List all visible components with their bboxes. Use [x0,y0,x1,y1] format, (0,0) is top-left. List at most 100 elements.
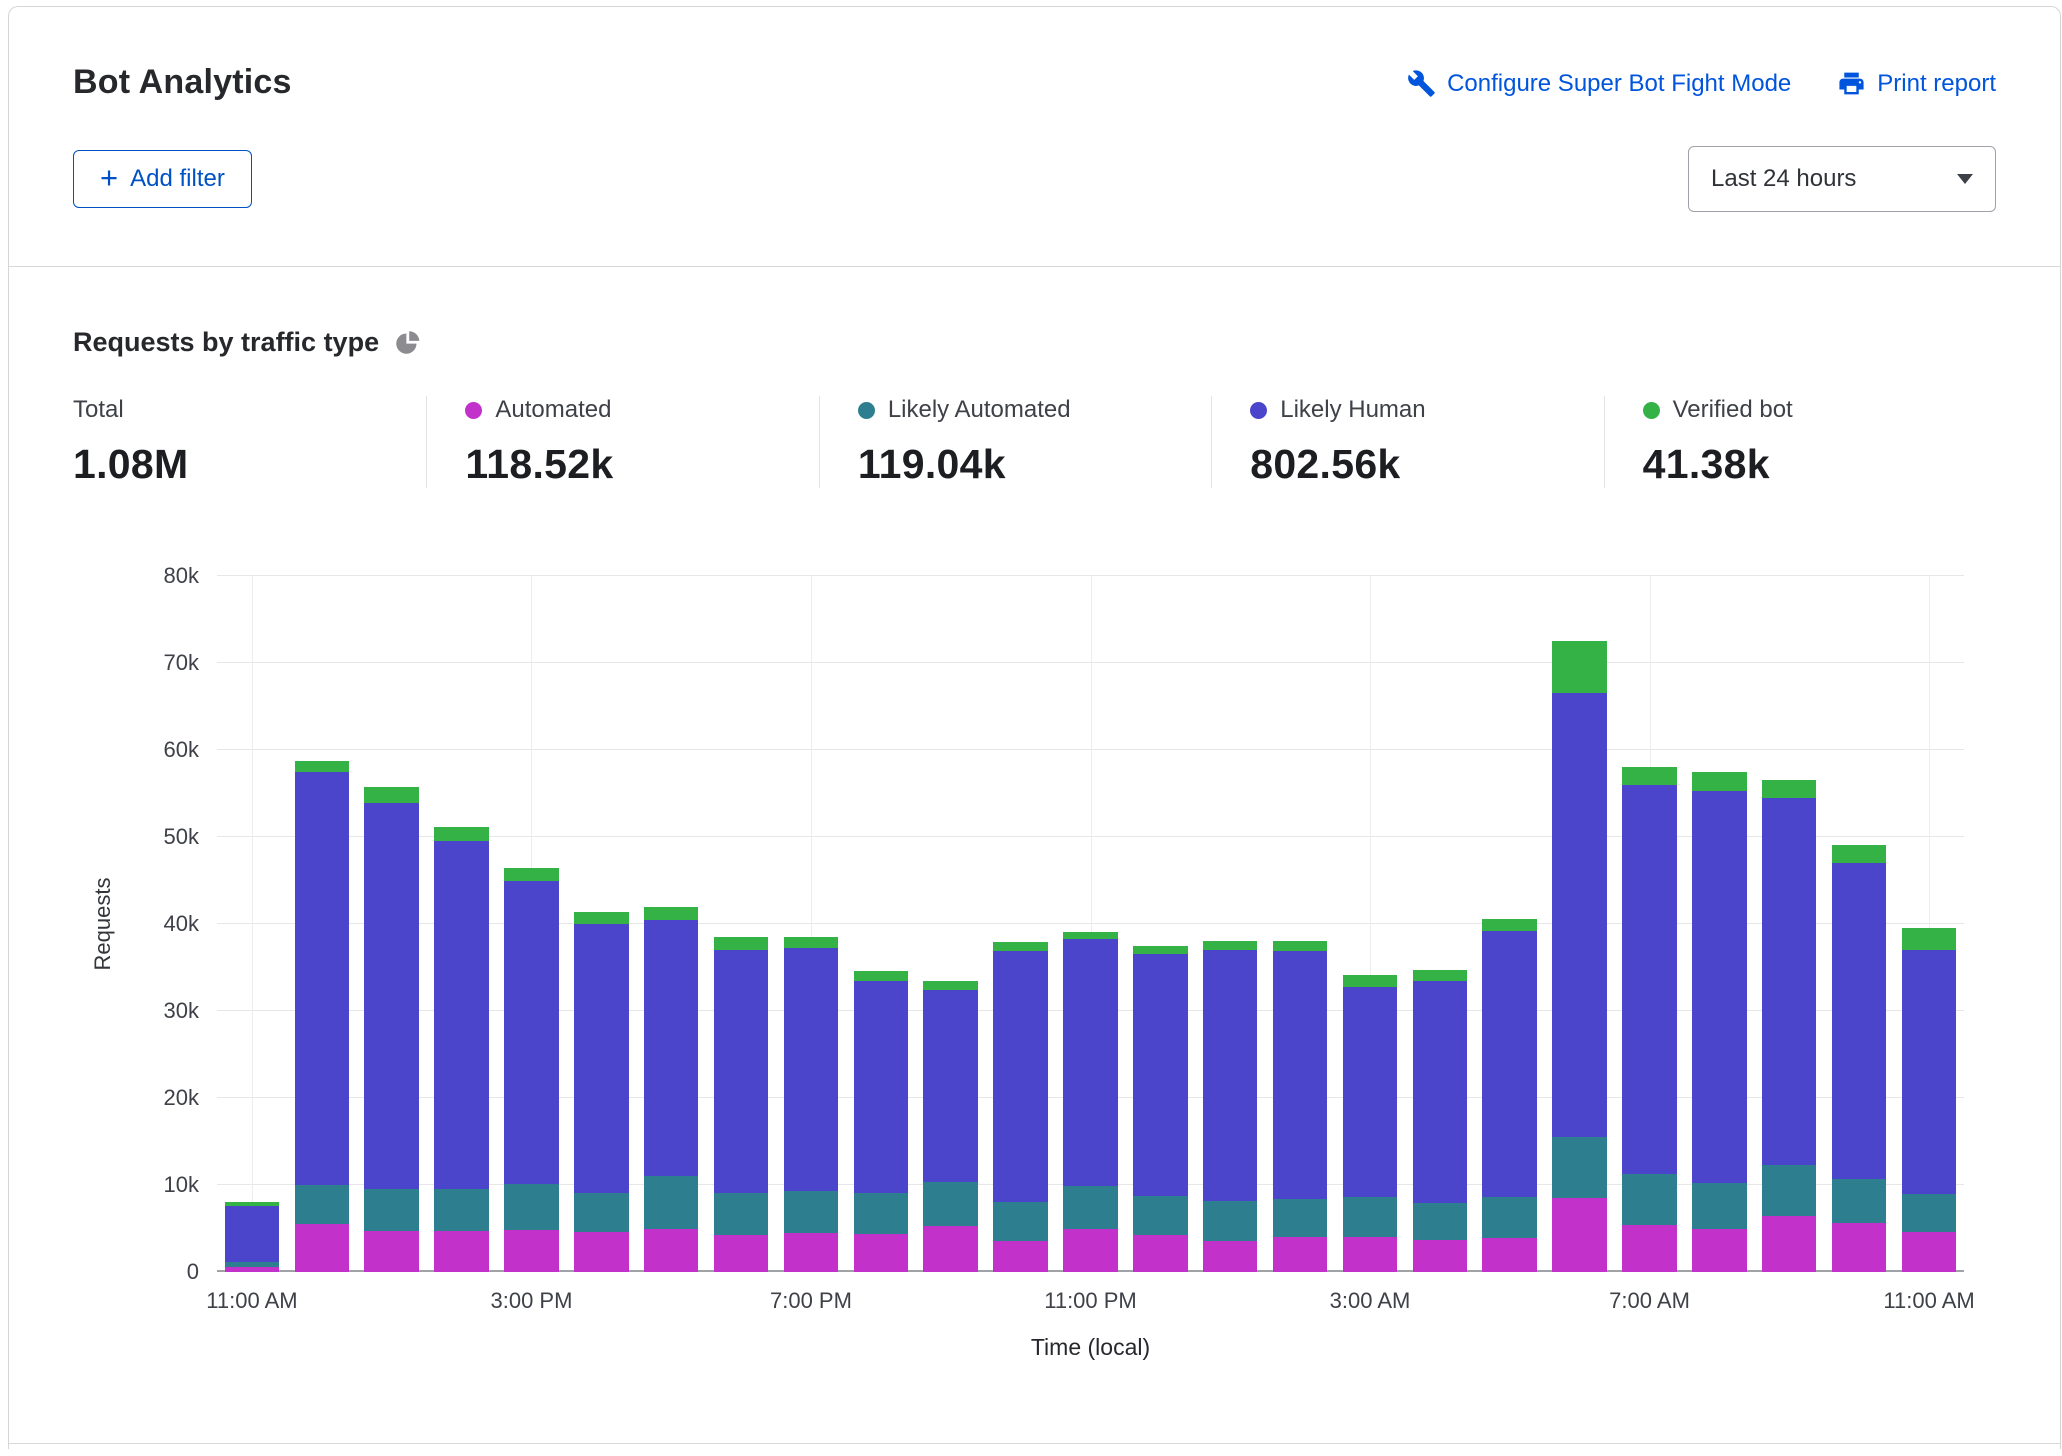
stat-verified-bot-value: 41.38k [1643,441,1996,488]
bar-19-6-00-am[interactable] [1545,576,1615,1272]
stacked-bar [1343,576,1398,1272]
segment-automated [1203,1241,1258,1272]
bar-06-5-00-pm[interactable] [636,576,706,1272]
bar-18-5-00-am[interactable] [1475,576,1545,1272]
chart-bars [217,576,1964,1272]
segment-verified-bot [1902,928,1957,951]
stacked-bar [1762,576,1817,1272]
bar-22-9-00-am[interactable] [1754,576,1824,1272]
segment-verified-bot [574,912,629,924]
segment-verified-bot [1552,641,1607,693]
bar-11-10-00-pm[interactable] [986,576,1056,1272]
segment-likely-automated [1343,1197,1398,1237]
segment-verified-bot [295,761,350,771]
segment-likely-automated [1273,1199,1328,1237]
bar-01-12-00-pm[interactable] [287,576,357,1272]
likely-human-legend-dot [1250,402,1267,419]
stat-likely-human-label: Likely Human [1280,396,1425,424]
x-tick-7-00-pm: 7:00 PM [770,1288,852,1314]
segment-likely-human [434,841,489,1188]
segment-likely-human [1482,931,1537,1197]
bar-04-3-00-pm[interactable] [497,576,567,1272]
segment-likely-human [364,803,419,1188]
bar-23-10-00-am[interactable] [1824,576,1894,1272]
segment-likely-automated [1832,1179,1887,1223]
stacked-bar [504,576,559,1272]
stat-total: Total 1.08M [73,396,426,488]
segment-verified-bot [1273,941,1328,951]
segment-likely-human [295,772,350,1185]
bar-21-8-00-am[interactable] [1684,576,1754,1272]
segment-automated [854,1234,909,1272]
verified-bot-legend-dot [1643,402,1660,419]
segment-likely-human [1413,981,1468,1203]
y-tick-50k: 50k [164,824,199,850]
stacked-bar [1063,576,1118,1272]
segment-verified-bot [1343,975,1398,986]
bar-03-2-00-pm[interactable] [427,576,497,1272]
time-range-value: Last 24 hours [1711,165,1856,193]
segment-verified-bot [1762,780,1817,797]
segment-automated [1413,1240,1468,1272]
segment-verified-bot [993,942,1048,951]
segment-automated [574,1232,629,1272]
printer-icon [1837,69,1866,98]
segment-likely-automated [1902,1194,1957,1232]
segment-likely-human [1902,950,1957,1194]
stat-automated[interactable]: Automated 118.52k [426,396,818,488]
segment-verified-bot [644,907,699,920]
segment-likely-automated [1133,1196,1188,1235]
segment-automated [1902,1232,1957,1272]
segment-likely-human [1133,954,1188,1196]
bar-17-4-00-am[interactable] [1405,576,1475,1272]
segment-likely-automated [993,1202,1048,1240]
segment-automated [364,1231,419,1272]
stacked-bar [714,576,769,1272]
bar-05-4-00-pm[interactable] [566,576,636,1272]
segment-verified-bot [1692,772,1747,791]
bar-15-2-00-am[interactable] [1265,576,1335,1272]
segment-likely-automated [504,1184,559,1230]
bar-24-11-00-am[interactable] [1894,576,1964,1272]
bar-13-12-00-am[interactable] [1125,576,1195,1272]
stacked-bar [574,576,629,1272]
section-title: Requests by traffic type [73,327,379,358]
bar-10-9-00-pm[interactable] [916,576,986,1272]
bar-02-1-00-pm[interactable] [357,576,427,1272]
segment-automated [1692,1229,1747,1272]
stacked-bar [854,576,909,1272]
bar-14-1-00-am[interactable] [1195,576,1265,1272]
segment-automated [993,1241,1048,1272]
stat-likely-human[interactable]: Likely Human 802.56k [1211,396,1603,488]
x-tick-7-00-am: 7:00 AM [1609,1288,1690,1314]
bar-20-7-00-am[interactable] [1615,576,1685,1272]
segment-automated [1343,1237,1398,1272]
segment-likely-human [1692,791,1747,1183]
y-tick-70k: 70k [164,650,199,676]
configure-super-bot-fight-mode-link[interactable]: Configure Super Bot Fight Mode [1407,69,1791,98]
segment-likely-automated [1622,1174,1677,1225]
bar-16-3-00-am[interactable] [1335,576,1405,1272]
segment-verified-bot [854,971,909,981]
segment-automated [644,1229,699,1273]
segment-likely-human [225,1206,280,1263]
plus-icon: + [100,162,118,193]
stat-verified-bot-label: Verified bot [1673,396,1793,424]
y-tick-30k: 30k [164,998,199,1024]
bar-09-8-00-pm[interactable] [846,576,916,1272]
segment-likely-human [1552,693,1607,1137]
stat-verified-bot[interactable]: Verified bot 41.38k [1604,396,1996,488]
time-range-select[interactable]: Last 24 hours [1688,146,1996,212]
add-filter-button[interactable]: + Add filter [73,150,252,208]
segment-likely-automated [1203,1201,1258,1241]
x-axis-labels: 11:00 AM3:00 PM7:00 PM11:00 PM3:00 AM7:0… [217,1288,1964,1322]
stat-likely-automated[interactable]: Likely Automated 119.04k [819,396,1211,488]
stat-likely-automated-value: 119.04k [858,441,1211,488]
bar-08-7-00-pm[interactable] [776,576,846,1272]
bar-07-6-00-pm[interactable] [706,576,776,1272]
segment-likely-human [784,948,839,1191]
bar-00-11-00-am[interactable] [217,576,287,1272]
bar-12-11-00-pm[interactable] [1056,576,1126,1272]
segment-likely-human [644,920,699,1177]
print-report-link[interactable]: Print report [1837,69,1996,98]
